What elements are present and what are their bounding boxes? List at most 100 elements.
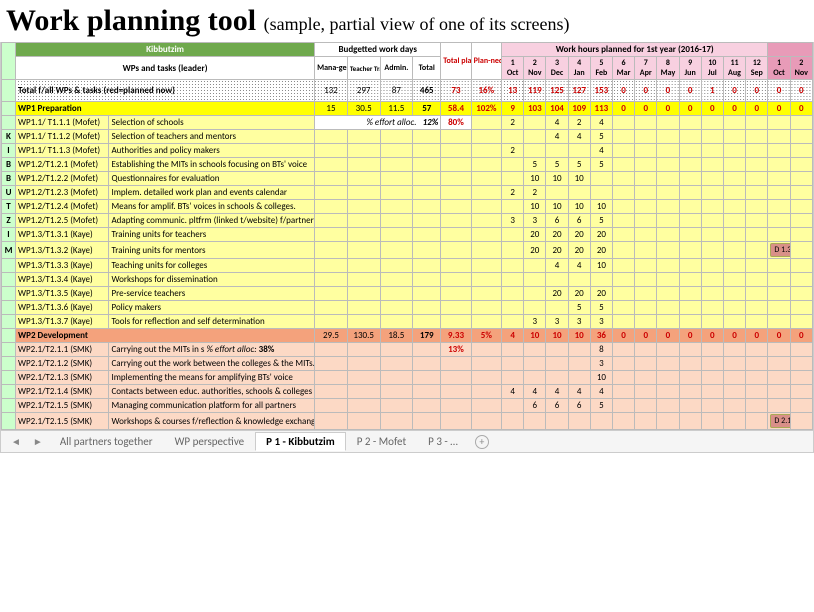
month-cell[interactable]: 4 xyxy=(502,385,524,399)
month-cell[interactable] xyxy=(701,413,723,430)
month-cell[interactable]: 2 xyxy=(568,116,590,130)
month-cell[interactable] xyxy=(635,385,657,399)
month-cell[interactable] xyxy=(679,287,701,301)
month-cell[interactable] xyxy=(635,228,657,242)
table-row[interactable]: B WP1.2/T1.2.2 (Mofet) Questionnaires fo… xyxy=(2,172,813,186)
month-cell[interactable]: 4 xyxy=(590,116,612,130)
month-cell[interactable] xyxy=(723,287,745,301)
month-cell[interactable] xyxy=(502,228,524,242)
month-cell[interactable] xyxy=(546,371,568,385)
month-cell[interactable] xyxy=(657,144,679,158)
month-cell[interactable] xyxy=(657,301,679,315)
table-row[interactable]: WP2.1/T2.1.5 (SMK) Managing communicatio… xyxy=(2,399,813,413)
month-cell[interactable]: 2 xyxy=(502,144,524,158)
month-cell[interactable] xyxy=(524,413,546,430)
month-cell[interactable] xyxy=(502,371,524,385)
month-cell[interactable] xyxy=(746,200,768,214)
month-cell[interactable] xyxy=(524,371,546,385)
month-cell[interactable] xyxy=(701,273,723,287)
table-row[interactable]: WP1.3/T1.3.5 (Kaye) Pre-service teachers… xyxy=(2,287,813,301)
month-cell[interactable] xyxy=(502,242,524,259)
month-cell[interactable] xyxy=(657,130,679,144)
month-cell[interactable] xyxy=(546,301,568,315)
month-cell[interactable] xyxy=(612,371,634,385)
month-cell[interactable] xyxy=(701,357,723,371)
month-cell[interactable]: 6 xyxy=(568,214,590,228)
month-cell[interactable] xyxy=(546,273,568,287)
month-cell[interactable]: 20 xyxy=(546,228,568,242)
month-cell[interactable]: 6 xyxy=(546,214,568,228)
month-cell[interactable] xyxy=(679,259,701,273)
month-cell[interactable]: 6 xyxy=(524,399,546,413)
month-cell[interactable] xyxy=(635,399,657,413)
month-cell[interactable]: 10 xyxy=(590,371,612,385)
month-cell[interactable] xyxy=(679,357,701,371)
table-row[interactable]: U WP1.2/T1.2.3 (Mofet) Implem. detailed … xyxy=(2,186,813,200)
sheet-tab[interactable]: P 2 - Mofet xyxy=(346,432,417,451)
month-cell[interactable]: 5 xyxy=(590,158,612,172)
month-cell[interactable] xyxy=(635,144,657,158)
month-cell[interactable]: 20 xyxy=(524,242,546,259)
month-cell[interactable] xyxy=(701,242,723,259)
month-cell[interactable]: 4 xyxy=(546,116,568,130)
month-cell[interactable] xyxy=(612,301,634,315)
table-row[interactable]: WP1.3/T1.3.3 (Kaye) Teaching units for c… xyxy=(2,259,813,273)
month-cell[interactable] xyxy=(723,186,745,200)
month-cell[interactable] xyxy=(612,186,634,200)
month-cell[interactable]: 10 xyxy=(590,259,612,273)
month-cell[interactable] xyxy=(612,413,634,430)
month-cell[interactable] xyxy=(746,399,768,413)
month-cell[interactable] xyxy=(723,242,745,259)
month-cell[interactable] xyxy=(635,172,657,186)
month-cell[interactable] xyxy=(746,371,768,385)
month-cell[interactable] xyxy=(746,116,768,130)
month-cell[interactable] xyxy=(723,273,745,287)
month-cell[interactable]: 6 xyxy=(568,399,590,413)
table-row[interactable]: M WP1.3/T1.3.2 (Kaye) Training units for… xyxy=(2,242,813,259)
month-cell[interactable] xyxy=(657,242,679,259)
month-cell[interactable]: 10 xyxy=(524,200,546,214)
table-row[interactable]: I WP1.1/ T1.1.3 (Mofet) Authorities and … xyxy=(2,144,813,158)
month-cell[interactable] xyxy=(723,172,745,186)
month-cell[interactable] xyxy=(723,371,745,385)
month-cell[interactable]: 5 xyxy=(590,130,612,144)
month-cell[interactable] xyxy=(723,116,745,130)
month-cell[interactable] xyxy=(612,130,634,144)
month-cell[interactable] xyxy=(635,214,657,228)
month-cell[interactable] xyxy=(657,186,679,200)
month-cell[interactable] xyxy=(679,130,701,144)
month-cell[interactable] xyxy=(590,413,612,430)
month-cell[interactable] xyxy=(746,413,768,430)
month-cell[interactable] xyxy=(701,214,723,228)
month-cell[interactable] xyxy=(612,357,634,371)
month-cell[interactable] xyxy=(679,228,701,242)
month-cell[interactable] xyxy=(679,186,701,200)
month-cell[interactable] xyxy=(723,228,745,242)
month-cell[interactable]: 4 xyxy=(524,385,546,399)
month-cell[interactable] xyxy=(502,273,524,287)
month-cell[interactable]: 5 xyxy=(590,399,612,413)
month-cell[interactable]: 10 xyxy=(568,172,590,186)
month-cell[interactable] xyxy=(701,228,723,242)
month-cell[interactable] xyxy=(723,259,745,273)
table-row[interactable]: WP1.3/T1.3.6 (Kaye) Policy makers55 xyxy=(2,301,813,315)
month-cell[interactable] xyxy=(679,413,701,430)
month-cell[interactable] xyxy=(524,287,546,301)
table-row[interactable]: T WP1.2/T1.2.4 (Mofet) Means for amplif.… xyxy=(2,200,813,214)
month-cell[interactable] xyxy=(679,399,701,413)
month-cell[interactable] xyxy=(502,200,524,214)
month-cell[interactable] xyxy=(701,287,723,301)
month-cell[interactable] xyxy=(746,130,768,144)
month-cell[interactable]: 20 xyxy=(590,242,612,259)
month-cell[interactable] xyxy=(657,343,679,357)
month-cell[interactable] xyxy=(657,116,679,130)
month-cell[interactable] xyxy=(612,287,634,301)
month-cell[interactable] xyxy=(746,287,768,301)
month-cell[interactable] xyxy=(524,273,546,287)
month-cell[interactable] xyxy=(568,371,590,385)
month-cell[interactable] xyxy=(746,186,768,200)
month-cell[interactable] xyxy=(502,343,524,357)
month-cell[interactable] xyxy=(612,273,634,287)
month-cell[interactable] xyxy=(568,144,590,158)
month-cell[interactable] xyxy=(723,214,745,228)
